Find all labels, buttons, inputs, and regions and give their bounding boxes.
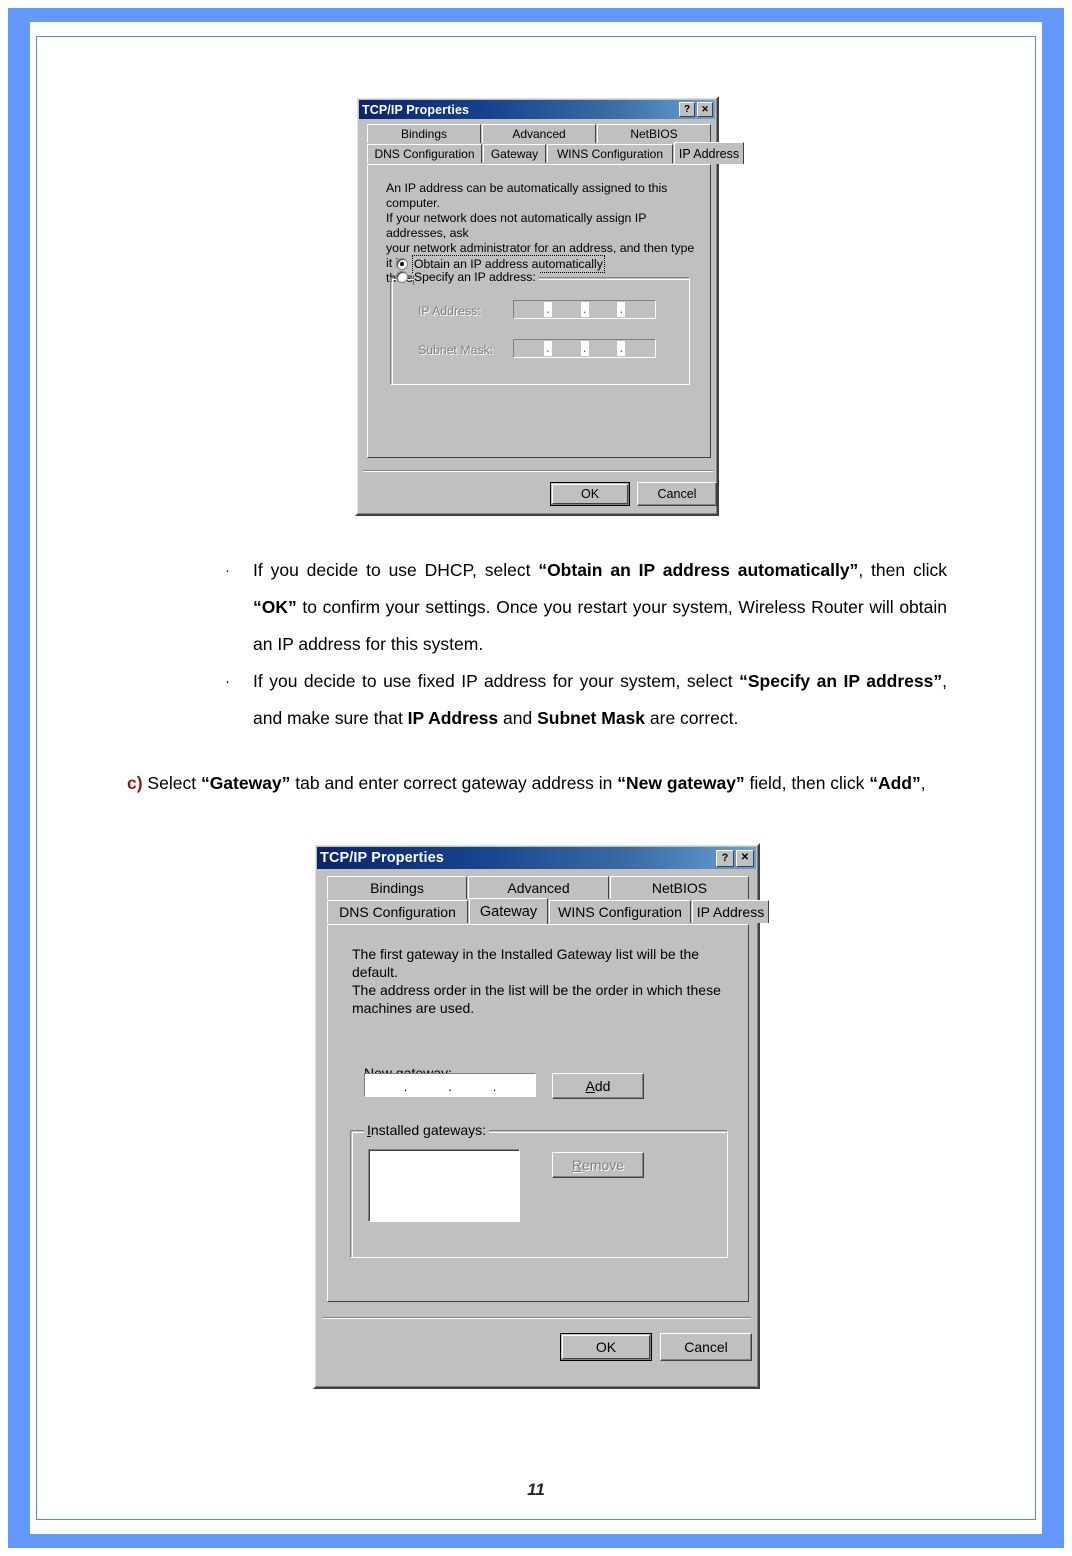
ip-address-input[interactable]: . . . <box>513 300 656 319</box>
ok-button-label: OK <box>562 1335 650 1359</box>
dialog-footer-separator-gateway <box>323 1317 751 1319</box>
remove-button[interactable]: Remove <box>552 1152 644 1178</box>
bullet-list: · If you decide to use DHCP, select “Obt… <box>207 552 947 737</box>
radio-button-icon-auto[interactable] <box>396 258 408 270</box>
tcpip-properties-dialog-gateway: TCP/IP Properties ? ✕ Bindings Advanced … <box>313 843 769 1389</box>
tab-wins-configuration[interactable]: WINS Configuration <box>549 900 691 923</box>
gateway-tab-description: The first gateway in the Installed Gatew… <box>352 946 721 1016</box>
titlebar-gateway-dialog: TCP/IP Properties ? ✕ <box>317 847 756 869</box>
new-gateway-octet-1[interactable] <box>366 1075 401 1095</box>
step-c-body: Select “Gateway” tab and enter correct g… <box>142 773 926 793</box>
label-subnet-mask: Subnet Mask: <box>418 343 494 357</box>
dialog-footer-separator <box>363 470 713 472</box>
ip-octet-3[interactable] <box>588 302 618 317</box>
tab-wins-configuration[interactable]: WINS Configuration <box>547 144 673 163</box>
tab-advanced[interactable]: Advanced <box>468 876 609 899</box>
new-gateway-input[interactable]: . . . <box>364 1073 536 1097</box>
tab-dns-configuration[interactable]: DNS Configuration <box>367 144 482 163</box>
cancel-button-label: Cancel <box>684 1339 728 1355</box>
radio-obtain-ip-automatically[interactable]: Obtain an IP address automatically <box>396 255 605 273</box>
cancel-button-label: Cancel <box>657 487 697 501</box>
titlebar-buttons: ? ✕ <box>679 102 713 117</box>
bullet-item-dhcp: · If you decide to use DHCP, select “Obt… <box>207 552 947 663</box>
tab-page-ip-address: An IP address can be automatically assig… <box>367 164 711 458</box>
radio-button-icon-specify[interactable] <box>396 271 408 283</box>
dialog-title-gateway: TCP/IP Properties <box>320 850 444 866</box>
new-gateway-octet-4[interactable] <box>500 1075 535 1095</box>
tab-dns-configuration[interactable]: DNS Configuration <box>327 900 468 923</box>
tab-row-lower-gateway: DNS Configuration Gateway WINS Configura… <box>327 898 769 924</box>
tab-ip-address[interactable]: IP Address <box>674 142 744 164</box>
tab-bindings[interactable]: Bindings <box>327 876 467 899</box>
new-gateway-octet-2[interactable] <box>411 1075 446 1095</box>
installed-gateways-legend-rest: nstalled gateways: <box>370 1122 487 1138</box>
tab-netbios[interactable]: NetBIOS <box>610 876 749 899</box>
installed-gateways-list[interactable] <box>368 1149 520 1222</box>
tab-row-upper: Bindings Advanced NetBIOS <box>367 124 711 143</box>
document-page: TCP/IP Properties ? ✕ Bindings Advanced … <box>37 37 1035 1519</box>
bullet-marker: · <box>225 673 230 690</box>
ip-octet-4[interactable] <box>625 302 654 317</box>
step-c-text: c) Select “Gateway” tab and enter correc… <box>127 765 947 802</box>
subnet-separator-3: . <box>617 341 626 356</box>
tab-page-gateway: The first gateway in the Installed Gatew… <box>327 924 749 1302</box>
help-icon[interactable]: ? <box>716 849 734 867</box>
subnet-octet-4[interactable] <box>625 341 654 356</box>
new-gateway-separator-2: . <box>445 1075 455 1095</box>
ip-separator-3: . <box>617 302 626 317</box>
subnet-octet-2[interactable] <box>551 341 581 356</box>
tab-ip-address[interactable]: IP Address <box>692 900 769 923</box>
cancel-button[interactable]: Cancel <box>637 482 717 506</box>
ip-separator-2: . <box>580 302 589 317</box>
tcpip-properties-dialog-ip: TCP/IP Properties ? ✕ Bindings Advanced … <box>355 96 744 516</box>
tab-netbios[interactable]: NetBIOS <box>597 124 711 143</box>
ip-separator-1: . <box>543 302 552 317</box>
subnet-separator-1: . <box>543 341 552 356</box>
add-button[interactable]: Add <box>552 1073 644 1099</box>
new-gateway-separator-1: . <box>400 1075 411 1095</box>
bullet-item-fixed-ip: · If you decide to use fixed IP address … <box>207 663 947 737</box>
tabstrip-ip-dialog: Bindings Advanced NetBIOS DNS Configurat… <box>367 124 744 164</box>
subnet-separator-2: . <box>580 341 589 356</box>
step-c-paragraph: c) Select “Gateway” tab and enter correc… <box>127 765 947 802</box>
installed-gateways-legend: Installed gateways: <box>364 1122 490 1138</box>
label-ip-address: IP Address: <box>418 304 481 318</box>
subnet-mask-input[interactable]: . . . <box>513 339 656 358</box>
tab-row-lower: DNS Configuration Gateway WINS Configura… <box>367 142 744 164</box>
new-gateway-octet-3[interactable] <box>455 1075 490 1095</box>
remove-button-label: Remove <box>571 1157 625 1173</box>
new-gateway-separator-3: . <box>489 1075 500 1095</box>
cancel-button[interactable]: Cancel <box>660 1333 752 1361</box>
radio-obtain-ip-automatically-label: Obtain an IP address automatically <box>412 255 605 273</box>
titlebar-ip-dialog: TCP/IP Properties ? ✕ <box>359 100 715 119</box>
tab-row-upper-gateway: Bindings Advanced NetBIOS <box>327 876 749 899</box>
bullet-text-dhcp: If you decide to use DHCP, select “Obtai… <box>253 560 947 654</box>
page-number: 11 <box>527 1480 545 1499</box>
tab-gateway[interactable]: Gateway <box>469 898 548 924</box>
bullet-marker: · <box>225 562 230 579</box>
dialog-title: TCP/IP Properties <box>362 102 470 117</box>
specify-ip-groupbox <box>390 277 690 385</box>
tab-bindings[interactable]: Bindings <box>367 124 481 143</box>
bullet-text-fixed-ip: If you decide to use fixed IP address fo… <box>253 671 947 728</box>
tab-gateway[interactable]: Gateway <box>483 144 546 163</box>
close-icon[interactable]: ✕ <box>736 849 754 867</box>
ip-octet-2[interactable] <box>551 302 581 317</box>
tabstrip-gateway-dialog: Bindings Advanced NetBIOS DNS Configurat… <box>327 876 769 924</box>
ok-button-label: OK <box>552 484 628 504</box>
subnet-octet-1[interactable] <box>515 341 544 356</box>
help-icon[interactable]: ? <box>679 102 695 117</box>
add-button-label: Add <box>585 1078 611 1094</box>
step-c-label: c) <box>127 773 143 793</box>
radio-specify-ip-address[interactable]: Specify an IP address: <box>396 270 539 284</box>
subnet-octet-3[interactable] <box>588 341 618 356</box>
ok-button[interactable]: OK <box>560 1333 652 1361</box>
ip-octet-1[interactable] <box>515 302 544 317</box>
tab-advanced[interactable]: Advanced <box>482 124 596 143</box>
close-icon[interactable]: ✕ <box>697 102 713 117</box>
titlebar-buttons-gateway: ? ✕ <box>716 849 754 867</box>
ok-button[interactable]: OK <box>550 482 630 506</box>
radio-specify-ip-address-label: Specify an IP address: <box>414 270 539 284</box>
